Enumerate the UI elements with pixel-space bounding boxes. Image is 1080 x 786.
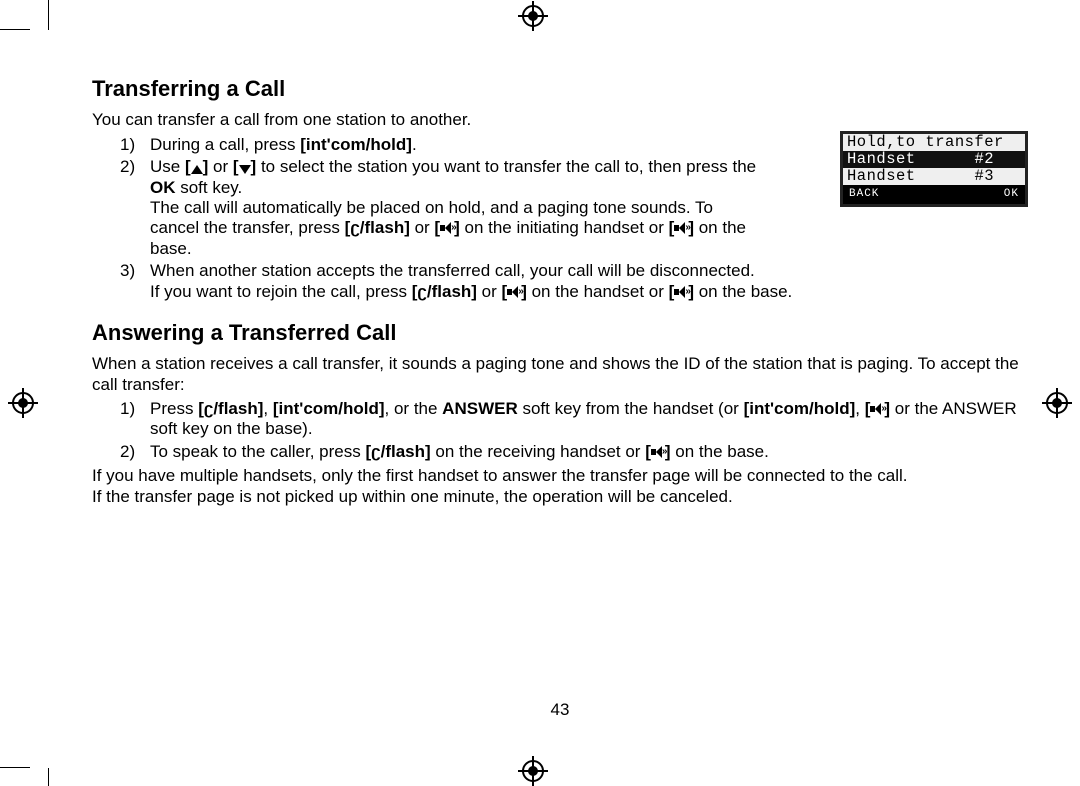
speaker-icon: » — [870, 403, 884, 415]
step-item: When another station accepts the transfe… — [120, 261, 1028, 302]
crop-mark — [48, 0, 49, 30]
step-text: on the handset or — [527, 282, 669, 301]
step-text: on the receiving handset or — [431, 442, 646, 461]
registration-mark-icon — [522, 5, 544, 27]
registration-mark-icon — [12, 392, 34, 414]
step-text: to select the station you want to transf… — [256, 157, 756, 176]
step-text: To speak to the caller, press — [150, 442, 365, 461]
speaker-icon: » — [651, 446, 665, 458]
step-text: on the base. — [671, 442, 769, 461]
step-text: or — [410, 218, 435, 237]
crop-mark — [48, 768, 49, 786]
key-speaker: [»] — [645, 442, 670, 461]
heading-transferring: Transferring a Call — [92, 76, 1028, 102]
step-text: If you want to rejoin the call, press — [150, 282, 412, 301]
phone-icon: ʗ — [204, 399, 213, 418]
page-content: Transferring a Call You can transfer a c… — [92, 76, 1028, 507]
key-flash: [ʗ/flash] — [345, 218, 410, 237]
note-text: If you have multiple handsets, only the … — [92, 466, 1028, 486]
step-text: or — [477, 282, 502, 301]
step-text: Use — [150, 157, 185, 176]
step-text: on the base. — [694, 282, 792, 301]
key-speaker: [»] — [865, 399, 890, 418]
step-item: Press [ʗ/flash], [int'com/hold], or the … — [120, 399, 1028, 440]
key-answer: ANSWER — [442, 399, 518, 418]
crop-mark — [0, 29, 30, 30]
key-speaker: [»] — [669, 218, 694, 237]
step-text: soft key from the handset (or — [518, 399, 744, 418]
key-flash: [ʗ/flash] — [365, 442, 430, 461]
intro-text: When a station receives a call transfer,… — [92, 354, 1028, 395]
phone-icon: ʗ — [350, 218, 359, 237]
step-item: Use [] or [] to select the station you w… — [120, 157, 760, 259]
intro-text: You can transfer a call from one station… — [92, 110, 1028, 130]
lcd-text: #3 — [974, 167, 994, 185]
speaker-icon: » — [440, 222, 454, 234]
key-flash: [ʗ/flash] — [198, 399, 263, 418]
registration-mark-icon — [522, 760, 544, 782]
lcd-softkey-ok: OK — [1004, 186, 1019, 203]
phone-icon: ʗ — [371, 442, 380, 461]
key-speaker: [»] — [669, 282, 694, 301]
registration-mark-icon — [1046, 392, 1068, 414]
step-text: , — [263, 399, 272, 418]
section-answering: Answering a Transferred Call When a stat… — [92, 320, 1028, 507]
key-intcom: [int'com/hold] — [744, 399, 856, 418]
step-text: on the initiating handset or — [460, 218, 669, 237]
lcd-row: Handset #3 — [843, 168, 1025, 185]
key-ok: OK — [150, 178, 176, 197]
step-text: or — [208, 157, 233, 176]
key-down: [] — [233, 157, 256, 176]
lcd-softkey-bar: BACK OK — [843, 185, 1025, 204]
key-intcom: [int'com/hold] — [300, 135, 412, 154]
step-item: To speak to the caller, press [ʗ/flash] … — [120, 442, 1028, 462]
step-text: When another station accepts the transfe… — [150, 261, 755, 280]
phone-icon: ʗ — [417, 282, 426, 301]
step-text: soft key. — [176, 178, 243, 197]
step-text: . — [412, 135, 417, 154]
step-text: Press — [150, 399, 198, 418]
key-flash: [ʗ/flash] — [412, 282, 477, 301]
heading-answering: Answering a Transferred Call — [92, 320, 1028, 346]
steps-list: Press [ʗ/flash], [int'com/hold], or the … — [120, 399, 1028, 462]
speaker-icon: » — [674, 286, 688, 298]
page-number: 43 — [551, 700, 570, 720]
note-text: If the transfer page is not picked up wi… — [92, 487, 1028, 507]
step-text: , — [855, 399, 864, 418]
lcd-text: Handset — [847, 167, 916, 185]
crop-mark — [0, 767, 30, 768]
arrow-down-icon — [239, 165, 251, 174]
key-speaker: [»] — [502, 282, 527, 301]
key-speaker: [»] — [434, 218, 459, 237]
key-up: [] — [185, 157, 208, 176]
key-intcom: [int'com/hold] — [273, 399, 385, 418]
step-text: , or the — [385, 399, 443, 418]
lcd-softkey-back: BACK — [849, 186, 879, 203]
arrow-up-icon — [191, 165, 203, 174]
step-text: During a call, press — [150, 135, 300, 154]
speaker-icon: » — [674, 222, 688, 234]
step-item: During a call, press [int'com/hold]. — [120, 135, 1028, 155]
speaker-icon: » — [507, 286, 521, 298]
